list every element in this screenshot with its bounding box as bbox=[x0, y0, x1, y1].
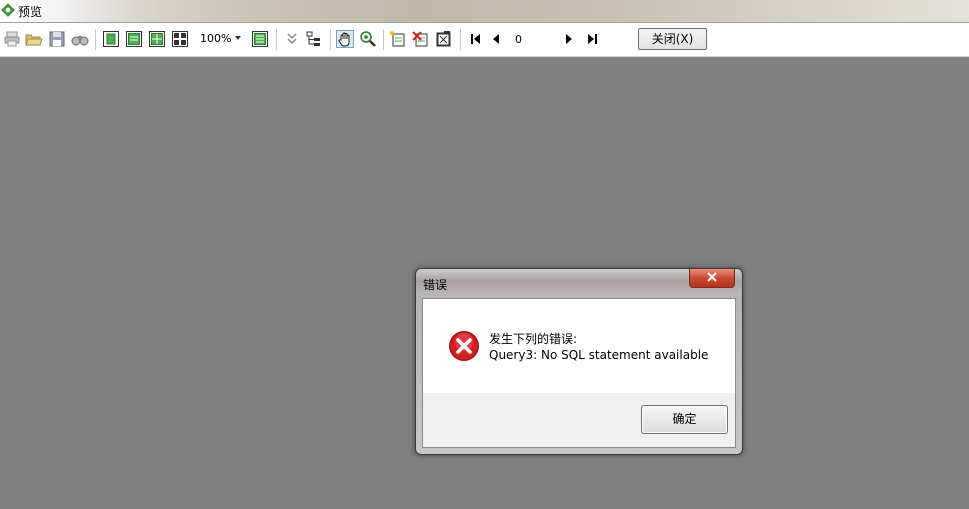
find-button[interactable] bbox=[71, 30, 89, 48]
collapse-button[interactable] bbox=[283, 30, 301, 48]
hand-tool-button[interactable] bbox=[336, 30, 354, 48]
add-page-button[interactable] bbox=[389, 30, 407, 48]
toolbar-separator bbox=[460, 29, 461, 50]
error-dialog: 错误 发生下列的错误: Query3: No SQL statement ava… bbox=[415, 268, 743, 455]
zoom-in-icon bbox=[359, 30, 377, 48]
prev-page-icon bbox=[491, 33, 503, 45]
multi-page-button[interactable] bbox=[148, 30, 166, 48]
window-titlebar: 预览 bbox=[0, 0, 969, 23]
delete-page-icon bbox=[412, 30, 430, 48]
edit-page-button[interactable] bbox=[435, 30, 453, 48]
find-icon bbox=[71, 30, 89, 48]
dialog-close-button[interactable] bbox=[689, 269, 735, 288]
delete-page-button[interactable] bbox=[412, 30, 430, 48]
ok-button[interactable]: 确定 bbox=[641, 405, 728, 434]
app-icon bbox=[1, 3, 15, 17]
page-width-button[interactable] bbox=[125, 30, 143, 48]
printer-icon bbox=[3, 30, 21, 48]
zoom-dropdown-arrow-icon[interactable] bbox=[235, 36, 241, 40]
tree-icon bbox=[305, 30, 323, 48]
next-page-button[interactable] bbox=[560, 30, 578, 48]
hand-icon bbox=[337, 31, 353, 47]
save-icon bbox=[48, 30, 66, 48]
page-width-icon bbox=[125, 30, 143, 48]
four-pages-icon bbox=[171, 30, 189, 48]
page-view-icon bbox=[102, 30, 120, 48]
dialog-body: 发生下列的错误: Query3: No SQL statement availa… bbox=[422, 298, 736, 448]
save-button[interactable] bbox=[48, 30, 66, 48]
prev-page-button[interactable] bbox=[488, 30, 506, 48]
print-button[interactable] bbox=[3, 30, 21, 48]
zoom-level[interactable]: 100% bbox=[200, 32, 231, 45]
dialog-message-area: 发生下列的错误: Query3: No SQL statement availa… bbox=[423, 299, 735, 393]
multi-page-icon bbox=[148, 30, 166, 48]
outline-icon bbox=[251, 30, 269, 48]
last-page-button[interactable] bbox=[583, 30, 601, 48]
next-page-icon bbox=[563, 33, 575, 45]
first-page-icon bbox=[470, 33, 482, 45]
toolbar-separator bbox=[383, 29, 384, 50]
toolbar-separator bbox=[330, 29, 331, 50]
close-icon bbox=[707, 271, 717, 285]
collapse-icon bbox=[283, 30, 301, 48]
error-message-heading: 发生下列的错误: bbox=[489, 332, 578, 346]
outline-button[interactable] bbox=[251, 30, 269, 48]
error-icon bbox=[448, 330, 480, 362]
open-button[interactable] bbox=[25, 30, 43, 48]
preview-toolbar: 100% 0 关闭(X) bbox=[0, 23, 969, 57]
error-message-detail: Query3: No SQL statement available bbox=[489, 348, 709, 362]
open-folder-icon bbox=[25, 30, 43, 48]
first-page-button[interactable] bbox=[467, 30, 485, 48]
page-number-input[interactable] bbox=[511, 31, 555, 47]
close-preview-button[interactable]: 关闭(X) bbox=[638, 28, 707, 50]
edit-page-icon bbox=[435, 30, 453, 48]
dialog-title: 错误 bbox=[423, 278, 448, 292]
toolbar-separator bbox=[95, 29, 96, 50]
toolbar-separator bbox=[276, 29, 277, 50]
zoom-in-button[interactable] bbox=[359, 30, 377, 48]
single-page-button[interactable] bbox=[102, 30, 120, 48]
tree-button[interactable] bbox=[305, 30, 323, 48]
add-page-icon bbox=[389, 30, 407, 48]
last-page-icon bbox=[586, 33, 598, 45]
window-title: 预览 bbox=[18, 5, 43, 19]
four-pages-button[interactable] bbox=[171, 30, 189, 48]
